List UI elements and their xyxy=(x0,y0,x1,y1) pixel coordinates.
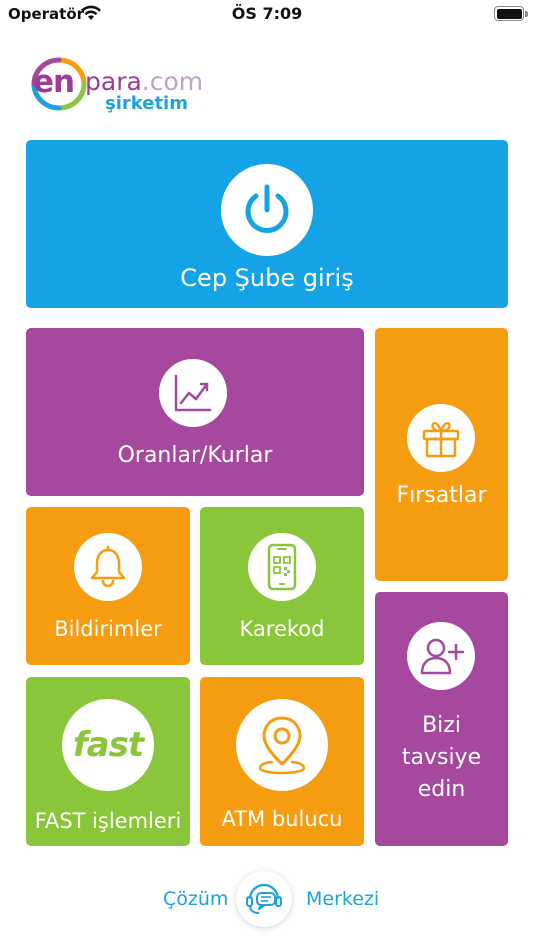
bildirimler-label: Bildirimler xyxy=(54,617,162,641)
tavsiye-label-line1: Bizi xyxy=(422,713,461,738)
karekod-tile[interactable]: Karekod xyxy=(200,507,364,665)
atm-bulucu-tile[interactable]: ATM bulucu xyxy=(200,677,364,846)
gift-icon-circle xyxy=(407,404,475,472)
cozum-text: Çözüm xyxy=(163,888,229,910)
logo-com-text: .com xyxy=(141,67,204,96)
bizi-tavsiye-edin-tile[interactable]: Bizi tavsiye edin xyxy=(375,592,508,846)
fast-label: FAST işlemleri xyxy=(34,809,182,833)
cep-sube-label: Cep Şube giriş xyxy=(180,264,354,292)
battery-cap xyxy=(525,11,528,17)
battery-icon xyxy=(494,6,524,21)
bell-icon-circle xyxy=(74,533,142,601)
oranlar-kurlar-tile[interactable]: Oranlar/Kurlar xyxy=(26,328,364,496)
logo-para-word: para xyxy=(85,67,142,96)
enpara-sirketim-logo: en para.com şirketim xyxy=(27,57,203,114)
location-pin-icon xyxy=(258,716,306,775)
merkezi-text: Merkezi xyxy=(306,888,380,910)
logo-sirketim-text: şirketim xyxy=(105,93,188,114)
tavsiye-label-line3: edin xyxy=(417,777,466,802)
status-time: ÖS 7:09 xyxy=(231,4,303,23)
firsatlar-tile[interactable]: Fırsatlar xyxy=(375,328,508,581)
tavsiye-label-line2: tavsiye xyxy=(401,745,482,770)
logo-para-text: para.com xyxy=(85,67,203,96)
phone-qr-icon-circle xyxy=(248,533,316,601)
logo-en-text: en xyxy=(33,64,75,100)
oranlar-label: Oranlar/Kurlar xyxy=(117,443,273,468)
chart-line-icon xyxy=(174,374,212,412)
power-icon xyxy=(245,184,289,233)
atm-label: ATM bulucu xyxy=(221,807,343,831)
headset-chat-icon xyxy=(246,883,282,914)
fast-islemleri-tile[interactable]: fast FAST işlemleri xyxy=(26,677,190,846)
fast-logo-circle: fast xyxy=(62,699,154,791)
tavsiye-label: Bizi tavsiye edin xyxy=(375,710,508,806)
status-bar: Operatör ÖS 7:09 xyxy=(0,0,534,30)
fast-logo-icon: fast xyxy=(72,725,144,765)
cep-sube-login-tile[interactable]: Cep Şube giriş xyxy=(26,140,508,308)
location-pin-icon-circle xyxy=(236,699,328,791)
bell-icon xyxy=(90,545,126,588)
phone-qr-icon xyxy=(267,543,297,591)
add-user-icon xyxy=(420,638,464,675)
karekod-label: Karekod xyxy=(239,617,325,641)
chart-icon-circle xyxy=(159,359,227,427)
cozum-merkezi-button[interactable] xyxy=(236,871,292,927)
cozum-merkezi-bar[interactable]: Çözüm Merkezi xyxy=(0,868,534,928)
gift-icon xyxy=(422,421,460,458)
add-user-icon-circle xyxy=(407,622,475,690)
bildirimler-tile[interactable]: Bildirimler xyxy=(26,507,190,665)
firsatlar-label: Fırsatlar xyxy=(396,483,487,508)
power-icon-circle xyxy=(221,164,313,256)
